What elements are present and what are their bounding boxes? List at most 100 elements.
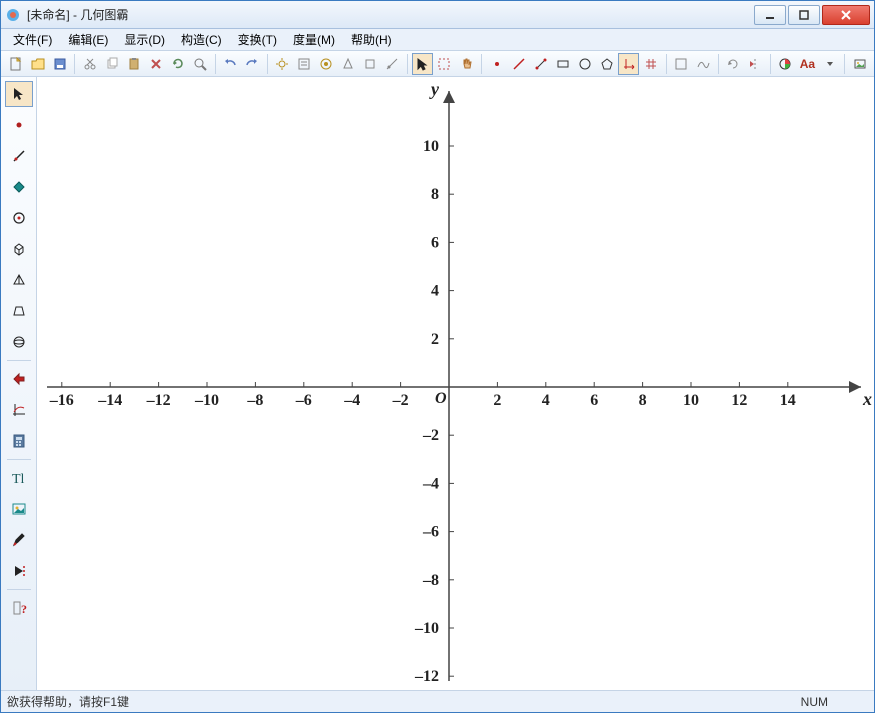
tool-icon-2[interactable] (338, 53, 359, 75)
trace-tool-icon[interactable] (693, 53, 714, 75)
copy-icon[interactable] (101, 53, 122, 75)
separator (267, 54, 268, 74)
line-sidebar-icon[interactable] (5, 143, 33, 169)
menubar: 文件(F) 编辑(E) 显示(D) 构造(C) 变换(T) 度量(M) 帮助(H… (1, 29, 874, 51)
point-sidebar-icon[interactable] (5, 112, 33, 138)
svg-text:2: 2 (431, 331, 439, 348)
text-style-icon[interactable]: Aa (797, 53, 818, 75)
close-button[interactable] (822, 5, 870, 25)
menu-view[interactable]: 显示(D) (116, 29, 173, 50)
svg-text:–4: –4 (343, 392, 360, 409)
svg-text:8: 8 (431, 186, 439, 203)
new-file-icon[interactable] (5, 53, 26, 75)
polygon-sidebar-icon[interactable] (5, 174, 33, 200)
separator (7, 459, 31, 460)
polygon-tool-icon[interactable] (596, 53, 617, 75)
line-tool-icon[interactable] (508, 53, 529, 75)
svg-text:–2: –2 (422, 427, 439, 444)
main-toolbar: Aa (1, 51, 874, 77)
svg-text:Tl: Tl (12, 472, 25, 486)
menu-measure[interactable]: 度量(M) (285, 29, 343, 50)
refresh-icon[interactable] (167, 53, 188, 75)
svg-text:–12: –12 (146, 392, 171, 409)
svg-text:O: O (435, 390, 447, 407)
minimize-button[interactable] (754, 5, 786, 25)
pyramid-sidebar-icon[interactable] (5, 267, 33, 293)
status-num: NUM (801, 695, 828, 709)
reflect-icon[interactable] (745, 53, 766, 75)
separator (770, 54, 771, 74)
redo-icon[interactable] (242, 53, 263, 75)
svg-text:–10: –10 (194, 392, 219, 409)
titlebar: [未命名] - 几何图霸 (1, 1, 874, 29)
separator (844, 54, 845, 74)
dropdown-icon[interactable] (819, 53, 840, 75)
undo-icon[interactable] (219, 53, 240, 75)
frustum-sidebar-icon[interactable] (5, 298, 33, 324)
circle-sidebar-icon[interactable] (5, 205, 33, 231)
save-icon[interactable] (49, 53, 70, 75)
svg-text:–8: –8 (422, 572, 439, 589)
svg-text:10: 10 (683, 392, 699, 409)
window-title: [未命名] - 几何图霸 (27, 6, 754, 23)
properties-icon[interactable] (294, 53, 315, 75)
separator (7, 589, 31, 590)
separator (7, 360, 31, 361)
segment-tool-icon[interactable] (530, 53, 551, 75)
tool-icon-1[interactable] (316, 53, 337, 75)
coordinate-canvas[interactable]: –16–14–12–10–8–6–4–22468101214–12–10–8–6… (37, 77, 874, 690)
calculator-sidebar-icon[interactable] (5, 428, 33, 454)
svg-text:y: y (429, 79, 440, 99)
transform-sidebar-icon[interactable] (5, 366, 33, 392)
tool-icon-3[interactable] (360, 53, 381, 75)
animate-sidebar-icon[interactable] (5, 558, 33, 584)
color-picker-icon[interactable] (775, 53, 796, 75)
open-file-icon[interactable] (27, 53, 48, 75)
svg-text:6: 6 (431, 234, 439, 251)
hand-icon[interactable] (456, 53, 477, 75)
statusbar: 欲获得帮助，请按F1键 NUM (1, 690, 874, 712)
tool-sidebar: Tl ? (1, 77, 37, 690)
circle-tool-icon[interactable] (574, 53, 595, 75)
select-tool-icon[interactable] (5, 81, 33, 107)
menu-help[interactable]: 帮助(H) (343, 29, 400, 50)
cut-icon[interactable] (79, 53, 100, 75)
pen-sidebar-icon[interactable] (5, 527, 33, 553)
svg-text:–16: –16 (49, 392, 74, 409)
image-sidebar-icon[interactable] (5, 496, 33, 522)
svg-text:4: 4 (542, 392, 550, 409)
gear-icon[interactable] (272, 53, 293, 75)
image-tool-icon[interactable] (849, 53, 870, 75)
menu-edit[interactable]: 编辑(E) (60, 29, 116, 50)
svg-text:x: x (862, 389, 872, 409)
find-icon[interactable] (189, 53, 210, 75)
status-help-text: 欲获得帮助，请按F1键 (7, 693, 129, 710)
rotate-icon[interactable] (723, 53, 744, 75)
svg-text:14: 14 (780, 392, 796, 409)
graph-sidebar-icon[interactable] (5, 397, 33, 423)
menu-construct[interactable]: 构造(C) (173, 29, 230, 50)
select-area-icon[interactable] (434, 53, 455, 75)
svg-text:–14: –14 (97, 392, 122, 409)
grid-tool-icon[interactable] (640, 53, 661, 75)
maximize-button[interactable] (788, 5, 820, 25)
text-sidebar-icon[interactable]: Tl (5, 465, 33, 491)
cube-sidebar-icon[interactable] (5, 236, 33, 262)
menu-file[interactable]: 文件(F) (5, 29, 60, 50)
menu-transform[interactable]: 变换(T) (230, 29, 285, 50)
rect-tool-icon[interactable] (552, 53, 573, 75)
pointer-tool-icon[interactable] (412, 53, 433, 75)
separator (666, 54, 667, 74)
svg-text:–2: –2 (392, 392, 409, 409)
axis-tool-icon[interactable] (618, 53, 639, 75)
help-sidebar-icon[interactable]: ? (5, 595, 33, 621)
sphere-sidebar-icon[interactable] (5, 329, 33, 355)
paste-icon[interactable] (123, 53, 144, 75)
separator (74, 54, 75, 74)
label-tool-icon[interactable] (670, 53, 691, 75)
tool-icon-4[interactable] (382, 53, 403, 75)
svg-text:–4: –4 (422, 475, 439, 492)
point-tool-icon[interactable] (486, 53, 507, 75)
svg-text:–6: –6 (295, 392, 312, 409)
delete-icon[interactable] (145, 53, 166, 75)
